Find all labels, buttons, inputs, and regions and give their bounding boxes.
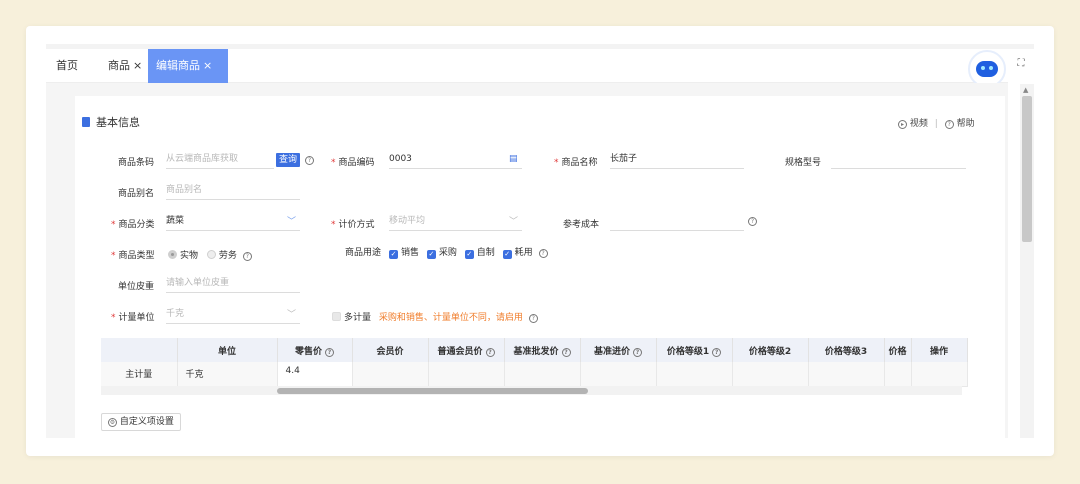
chevron-down-icon: ﹀ xyxy=(287,310,297,320)
vertical-scroll-thumb[interactable] xyxy=(1022,96,1032,242)
spec-label: 规格型号 xyxy=(785,158,822,168)
table-cell[interactable] xyxy=(884,362,912,387)
custom-fields-button[interactable]: ⚙ 自定义项设置 xyxy=(101,413,181,431)
table-cell: 千克 xyxy=(177,362,278,387)
radio-physical[interactable]: 实物 xyxy=(168,250,198,261)
table-cell[interactable] xyxy=(504,362,581,387)
table-header-cell: 价格等级1? xyxy=(656,338,733,362)
question-circle-icon: ? xyxy=(485,347,495,357)
query-button[interactable]: 查询 xyxy=(276,153,301,167)
checkbox-sell[interactable]: ✓ 销售 xyxy=(389,248,419,259)
multi-unit-row: 多计量 采购和销售、计量单位不同，请启用 ? xyxy=(332,310,538,323)
question-circle-icon: ? xyxy=(305,156,314,165)
tare-field[interactable]: 请输入单位皮重 xyxy=(166,275,300,293)
help-link[interactable]: ? 帮助 xyxy=(944,119,975,129)
table-cell[interactable] xyxy=(656,362,733,387)
table-cell[interactable] xyxy=(352,362,429,387)
tab-label: 商品 xyxy=(108,59,130,72)
question-circle-icon: ? xyxy=(748,217,757,226)
table-cell[interactable] xyxy=(580,362,657,387)
table-header-cell: 基准进价? xyxy=(580,338,657,362)
category-select[interactable]: 蔬菜 xyxy=(166,213,300,231)
ref-cost-field[interactable] xyxy=(610,213,744,231)
table-header-cell: 基准批发价? xyxy=(504,338,581,362)
barcode-label: 商品条码 xyxy=(118,158,155,168)
document-icon xyxy=(82,117,90,127)
table-header-cell: 操作 xyxy=(911,338,968,362)
category-label: * 商品分类 xyxy=(111,220,155,230)
table-cell[interactable] xyxy=(428,362,505,387)
tab-edit-product[interactable]: 编辑商品 × xyxy=(148,49,228,83)
chevron-down-icon: ﹀ xyxy=(509,217,519,227)
spec-field[interactable] xyxy=(831,151,966,169)
name-field[interactable]: 长茄子 xyxy=(610,151,744,169)
pricing-select[interactable]: 移动平均 xyxy=(389,213,522,231)
close-icon[interactable]: × xyxy=(203,59,212,72)
table-cell[interactable]: 4.4 xyxy=(277,362,353,387)
usage-label: 商品用途 xyxy=(345,248,382,258)
table-row: 主计量 千克 4.4 xyxy=(101,362,968,387)
question-circle-icon: ? xyxy=(538,249,548,258)
question-circle-icon: ? xyxy=(528,314,538,323)
help-links: ▸ 视频 | ? 帮助 xyxy=(898,116,975,129)
table-body: 主计量 千克 4.4 xyxy=(101,362,968,387)
tab-label: 编辑商品 xyxy=(156,59,200,72)
pricing-label: * 计价方式 xyxy=(331,220,375,230)
tab-bar: 首页 商品 × 编辑商品 × xyxy=(46,49,1008,83)
code-field[interactable]: 0003 xyxy=(389,151,522,169)
ref-cost-label: 参考成本 xyxy=(563,220,600,230)
question-circle-icon: ? xyxy=(561,347,571,357)
table-header-row: 单位 零售价? 会员价 普通会员价? 基准批发价? 基准进价? 价格等级1? 价格等级2 价格等… xyxy=(101,338,968,362)
checkbox-purchase[interactable]: ✓ 采购 xyxy=(426,248,457,259)
table-cell: 主计量 xyxy=(101,362,178,387)
name-label: * 商品名称 xyxy=(554,158,598,168)
table-cell[interactable] xyxy=(911,362,968,387)
table-header-cell: 价格 xyxy=(884,338,912,362)
alias-field[interactable]: 商品别名 xyxy=(166,182,300,200)
table-header-cell xyxy=(101,338,178,362)
question-circle-icon: ? xyxy=(633,347,642,357)
checkbox-consume[interactable]: ✓ 耗用 xyxy=(502,248,533,259)
price-table: 单位 零售价? 会员价 普通会员价? 基准批发价? 基准进价? 价格等级1? 价格等级2 价格等… xyxy=(101,338,968,387)
table-header-cell: 普通会员价? xyxy=(428,338,505,362)
multi-unit-hint: 采购和销售、计量单位不同，请启用 xyxy=(378,313,523,323)
type-label: * 商品类型 xyxy=(111,251,155,261)
close-icon[interactable]: × xyxy=(133,59,142,72)
gear-icon: ⚙ xyxy=(108,418,117,427)
barcode-field[interactable]: 从云端商品库获取 xyxy=(166,151,274,169)
code-label: * 商品编码 xyxy=(331,158,375,168)
question-circle-icon: ? xyxy=(712,347,722,357)
type-radio-group: 实物 劳务 ? xyxy=(168,248,252,261)
scroll-up-icon[interactable]: ▲ xyxy=(1023,86,1028,94)
usage-checkbox-group: ✓ 销售 ✓ 采购 ✓ 自制 ✓ 耗用 ? xyxy=(389,245,548,259)
section-title-text: 基本信息 xyxy=(96,116,140,129)
table-header-cell: 单位 xyxy=(177,338,278,362)
tab-home[interactable]: 首页 xyxy=(56,49,78,83)
fullscreen-icon[interactable]: ⛶ xyxy=(1014,58,1028,72)
question-circle-icon: ? xyxy=(325,347,334,357)
table-cell[interactable] xyxy=(808,362,885,387)
play-circle-icon: ▸ xyxy=(898,120,907,129)
table-header-cell: 零售价? xyxy=(277,338,353,362)
unit-select[interactable]: 千克 xyxy=(166,306,300,324)
table-header-cell: 价格等级2 xyxy=(732,338,809,362)
horizontal-scroll-thumb[interactable] xyxy=(277,388,588,394)
question-circle-icon: ? xyxy=(944,120,954,129)
table-header-cell: 价格等级3 xyxy=(808,338,885,362)
unit-label: * 计量单位 xyxy=(111,313,155,323)
table-header-cell: 会员价 xyxy=(352,338,429,362)
checkbox-make[interactable]: ✓ 自制 xyxy=(464,248,495,259)
scan-icon[interactable]: ▤ xyxy=(509,154,518,164)
table-cell[interactable] xyxy=(732,362,809,387)
tare-label: 单位皮重 xyxy=(118,282,155,292)
tab-label: 首页 xyxy=(56,59,78,72)
radio-service[interactable]: 劳务 xyxy=(206,250,237,261)
alias-label: 商品别名 xyxy=(118,189,155,199)
tab-products[interactable]: 商品 × xyxy=(108,49,142,83)
checkbox-multi-unit[interactable]: 多计量 xyxy=(332,312,371,323)
question-circle-icon: ? xyxy=(242,252,252,261)
section-title: 基本信息 xyxy=(82,114,140,130)
chevron-down-icon: ﹀ xyxy=(287,217,297,227)
video-link[interactable]: ▸ 视频 xyxy=(898,119,928,129)
